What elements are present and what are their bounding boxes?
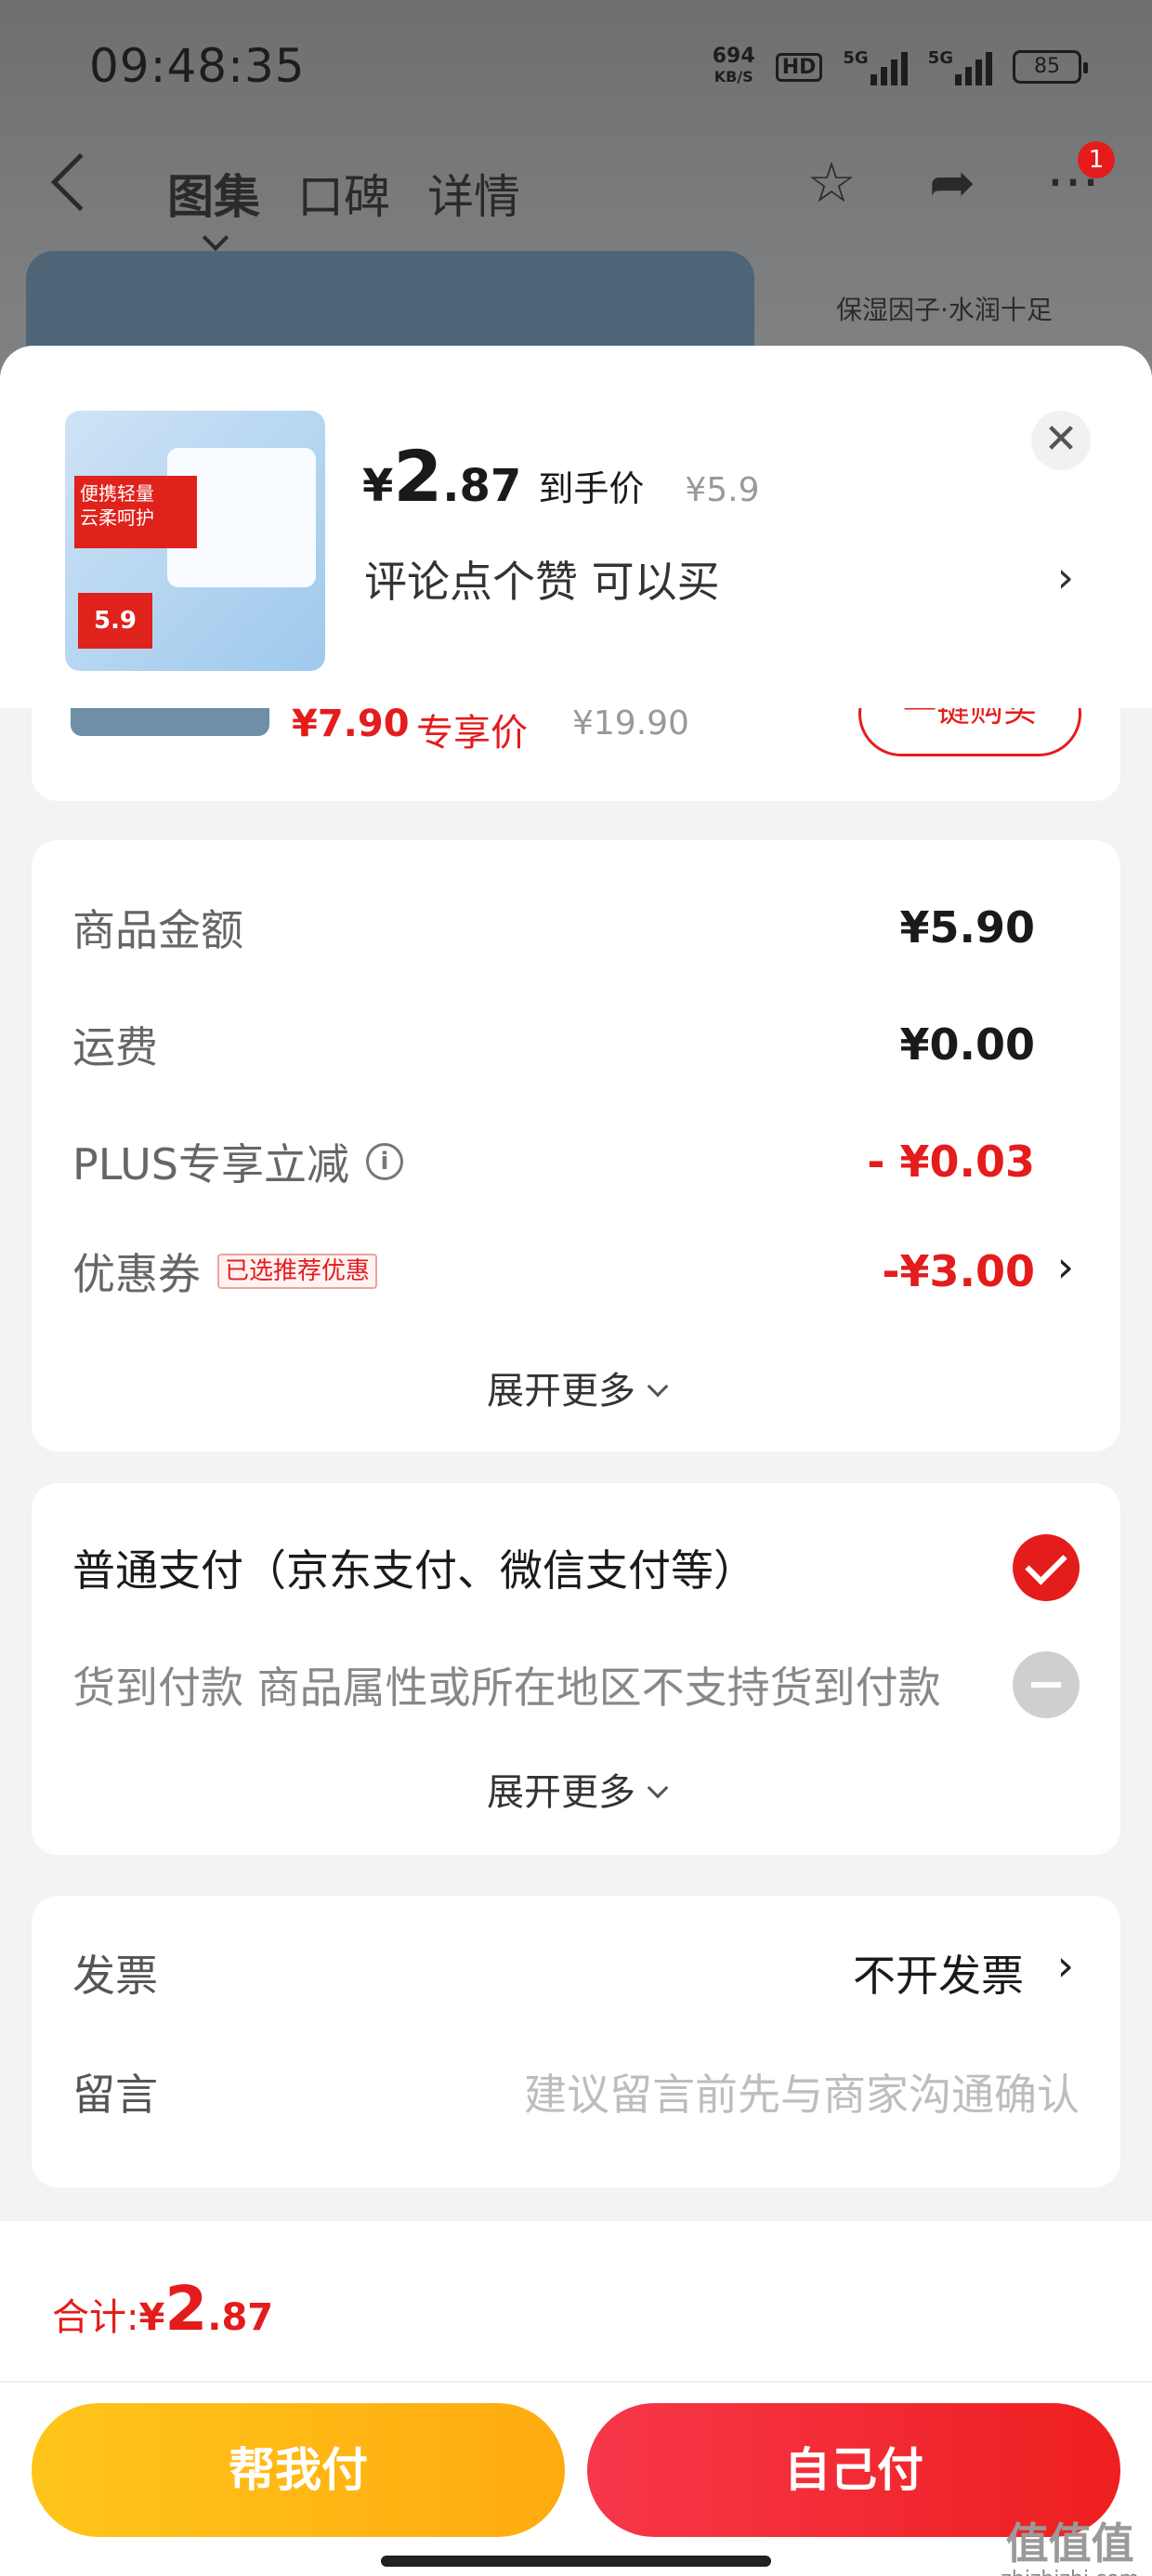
chevron-right-icon[interactable]: › [1057, 1242, 1074, 1292]
status-bar: 09:48:35 694 KB/S HD 5G 5G 85 [0, 0, 1152, 139]
expand-more-payment[interactable]: 展开更多 [32, 1762, 1120, 1816]
tab-gallery[interactable]: 图集 [167, 160, 260, 227]
close-button[interactable]: ✕ [1031, 411, 1091, 470]
original-price: ¥5.9 [685, 471, 760, 509]
more-icon[interactable]: ··· 1 [1041, 141, 1115, 216]
message-input[interactable]: 建议留言前先与商家沟通确认 [524, 2061, 1080, 2123]
invoice-row[interactable]: 发票 不开发票 [72, 1931, 1080, 2015]
info-icon[interactable]: i [365, 1143, 403, 1180]
hd-icon: HD [775, 52, 823, 82]
status-time: 09:48:35 [89, 39, 306, 93]
self-pay-button[interactable]: 自己付 [587, 2403, 1120, 2537]
promo-text[interactable]: 评论点个赞 可以买 [364, 548, 720, 610]
tab-reviews[interactable]: 口碑 [297, 160, 390, 227]
sheet-header: 便携轻量 云柔呵护 5.9 ¥ 2 .87 到手价 ¥5.9 评论点个赞 可以买… [0, 346, 1152, 708]
item-price-tag: 专享价 [416, 712, 528, 755]
plus-discount-row: PLUS专享立减 i - ¥0.03 [72, 1137, 1035, 1189]
message-row[interactable]: 留言 建议留言前先与商家沟通确认 [72, 2050, 1080, 2134]
divider [0, 2381, 1152, 2383]
signal-icon-2: 5G [928, 48, 992, 85]
final-price: ¥ 2 .87 到手价 ¥5.9 [362, 435, 760, 518]
payment-card: 普通支付（京东支付、微信支付等） 货到付款 商品属性或所在地区不支持货到付款 展… [32, 1483, 1120, 1855]
notification-badge: 1 [1078, 141, 1115, 178]
back-icon[interactable] [50, 152, 110, 212]
recommended-item-card: ¥7.90 专享价 ¥19.90 一键购买 [32, 708, 1120, 801]
network-speed: 694 KB/S [712, 45, 755, 86]
item-price: ¥7.90 [292, 708, 410, 745]
share-icon[interactable]: ➦ [920, 151, 985, 216]
item-original-price: ¥19.90 [572, 708, 689, 743]
coupon-row[interactable]: 优惠券 已选推荐优惠 -¥3.00 [72, 1234, 1035, 1308]
goods-amount-row: 商品金额 ¥5.90 [72, 902, 1035, 955]
product-thumbnail: 便携轻量 云柔呵护 5.9 [65, 411, 325, 671]
disabled-icon [1013, 1651, 1080, 1718]
total-amount: 合计: ¥ 2 .87 [52, 2273, 274, 2345]
shipping-row: 运费 ¥0.00 [72, 1019, 1035, 1072]
price-label: 到手价 [538, 468, 645, 509]
home-indicator[interactable] [381, 2556, 771, 2567]
item-image [71, 708, 269, 736]
expand-more-amounts[interactable]: 展开更多 [32, 1360, 1120, 1414]
star-icon[interactable]: ☆ [799, 151, 864, 216]
watermark: 值值值 zhizhizhi.com [1001, 2518, 1139, 2576]
battery-icon: 85 [1013, 50, 1088, 84]
amount-card: 商品金额 ¥5.90 运费 ¥0.00 PLUS专享立减 i - ¥0.03 优… [32, 840, 1120, 1452]
checked-icon[interactable] [1013, 1534, 1080, 1601]
top-nav: 图集 口碑 详情 ☆ ➦ ··· 1 [0, 139, 1152, 242]
chevron-right-icon[interactable]: › [1057, 552, 1074, 602]
bottom-bar: 合计: ¥ 2 .87 帮我付 自己付 值值值 zhizhizhi.com [0, 2221, 1152, 2576]
chevron-down-icon [647, 1375, 669, 1398]
coupon-tag: 已选推荐优惠 [217, 1254, 378, 1289]
chevron-down-icon [647, 1777, 669, 1799]
signal-icon-1: 5G [843, 48, 908, 85]
checkout-sheet: 便携轻量 云柔呵护 5.9 ¥ 2 .87 到手价 ¥5.9 评论点个赞 可以买… [0, 346, 1152, 2576]
chevron-right-icon[interactable]: › [1057, 1940, 1074, 1991]
gallery-caption: 保湿因子·水润十足 [836, 295, 1053, 325]
help-pay-button[interactable]: 帮我付 [32, 2403, 565, 2537]
invoice-card: 发票 不开发票 › 留言 建议留言前先与商家沟通确认 [32, 1896, 1120, 2188]
status-icons: 694 KB/S HD 5G 5G 85 [712, 45, 1088, 87]
tab-details[interactable]: 详情 [427, 160, 520, 227]
payment-option-normal[interactable]: 普通支付（京东支付、微信支付等） [72, 1526, 1080, 1610]
payment-option-cod: 货到付款 商品属性或所在地区不支持货到付款 [72, 1643, 1080, 1727]
one-click-buy-button[interactable]: 一键购买 [858, 708, 1081, 756]
